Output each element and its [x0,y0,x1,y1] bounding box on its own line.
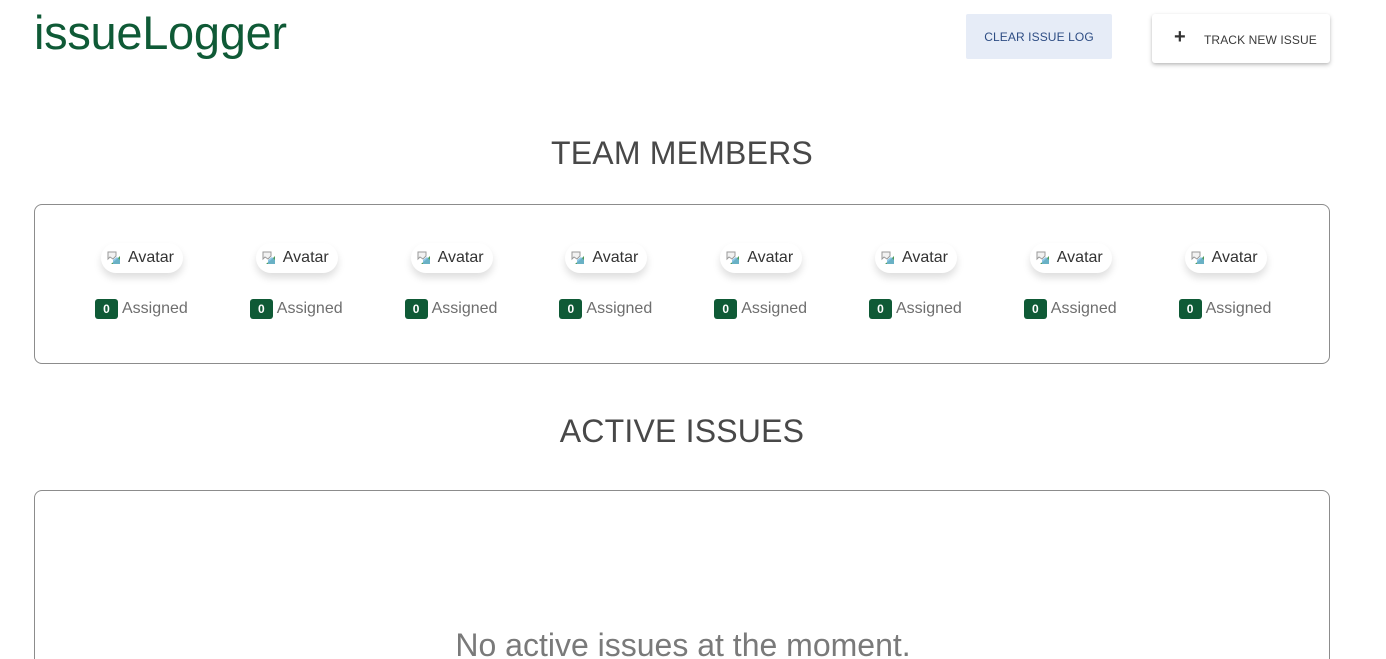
team-member-card: Avatar 0 Assigned [248,205,358,363]
active-issues-panel: No active issues at the moment. [34,490,1330,659]
avatar-alt-text: Avatar [902,249,948,266]
assigned-label: Assigned [1205,300,1272,317]
assigned-count-badge: 0 [714,299,738,319]
team-members-panel: Avatar 0 Assigned Avatar 0 Assigned Avatar 0 Ass… [34,204,1330,364]
assigned-count-badge: 0 [1023,299,1047,319]
avatar: Avatar [720,243,803,273]
assigned-count-badge: 0 [869,299,892,319]
broken-image-icon [726,251,740,265]
assigned-row: 0 Assigned [249,299,343,319]
avatar-alt-text: Avatar [282,249,329,266]
assigned-label: Assigned [586,300,653,317]
assigned-count-badge: 0 [559,299,583,319]
broken-image-icon [417,251,431,265]
clear-issue-log-button[interactable]: Clear issue log [966,14,1112,59]
assigned-row: 0 Assigned [559,299,652,319]
avatar-alt-text: Avatar [592,249,639,266]
assigned-count-badge: 0 [249,299,273,319]
team-member-card: Avatar 0 Assigned [403,205,513,363]
assigned-count-badge: 0 [404,299,428,319]
track-new-issue-button[interactable]: + Track new issue [1152,14,1330,63]
broken-image-icon [262,251,276,265]
avatar: Avatar [1184,243,1267,273]
avatar: Avatar [1029,243,1112,273]
assigned-row: 0 Assigned [95,299,188,319]
avatar: Avatar [255,243,338,273]
page: issueLogger Clear issue log + Track new … [0,0,1386,659]
assigned-label: Assigned [122,300,188,317]
track-new-issue-label: Track new issue [1204,33,1317,47]
avatar-alt-text: Avatar [437,249,484,266]
assigned-count-badge: 0 [1178,299,1202,319]
avatar: Avatar [565,243,648,273]
broken-image-icon [1036,251,1050,265]
team-member-card: Avatar 0 Assigned [1022,205,1132,363]
avatar: Avatar [875,243,957,273]
assigned-label: Assigned [1050,300,1117,317]
team-member-card: Avatar 0 Assigned [93,205,203,363]
broken-image-icon [881,251,895,265]
plus-icon: + [1174,26,1186,48]
assigned-row: 0 Assigned [404,299,498,319]
assigned-label: Assigned [431,300,498,317]
broken-image-icon [107,251,121,265]
empty-issues-message: No active issues at the moment. [455,627,911,659]
avatar-alt-text: Avatar [747,249,794,266]
avatar: Avatar [410,243,493,273]
broken-image-icon [571,251,585,265]
team-member-card: Avatar 0 Assigned [1177,205,1287,363]
assigned-label: Assigned [276,300,343,317]
assigned-label: Assigned [741,300,808,317]
team-member-card: Avatar 0 Assigned [712,205,822,363]
assigned-row: 0 Assigned [869,299,962,319]
assigned-row: 0 Assigned [1178,299,1272,319]
avatar: Avatar [101,243,183,273]
assigned-row: 0 Assigned [714,299,807,319]
team-members-heading: TEAM MEMBERS [551,135,813,171]
avatar-alt-text: Avatar [1211,249,1258,266]
assigned-label: Assigned [896,300,962,317]
team-member-card: Avatar 0 Assigned [867,205,977,363]
assigned-row: 0 Assigned [1023,299,1117,319]
assigned-count-badge: 0 [95,299,118,319]
avatar-alt-text: Avatar [128,249,174,266]
app-title: issueLogger [34,6,287,59]
team-member-card: Avatar 0 Assigned [557,205,667,363]
avatar-alt-text: Avatar [1056,249,1103,266]
active-issues-heading: ACTIVE ISSUES [559,413,805,449]
broken-image-icon [1191,251,1205,265]
